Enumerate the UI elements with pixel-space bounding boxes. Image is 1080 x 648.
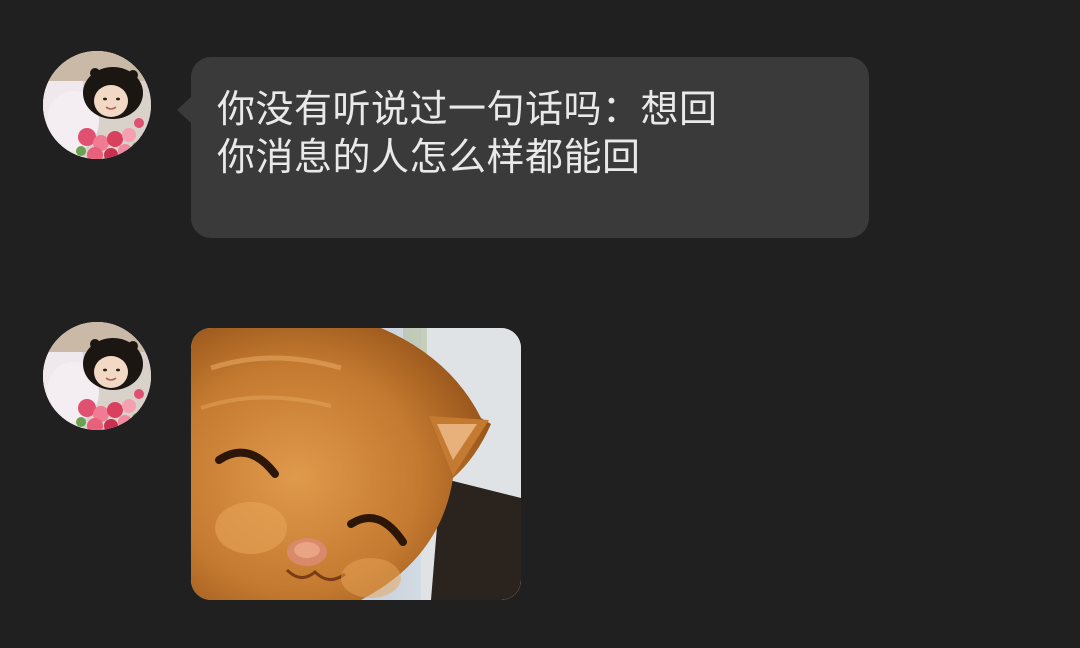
chat-view: 你没有听说过一句话吗：想回 你消息的人怎么样都能回 bbox=[0, 0, 1080, 648]
image-message[interactable] bbox=[191, 328, 521, 600]
message-bubble[interactable]: 你没有听说过一句话吗：想回 你消息的人怎么样都能回 bbox=[177, 57, 869, 238]
message-text-line: 你没有听说过一句话吗：想回 bbox=[217, 87, 718, 131]
girl-with-flowers-avatar-image bbox=[43, 51, 151, 159]
message-text-line: 你消息的人怎么样都能回 bbox=[217, 135, 641, 179]
smiling-orange-cat-sticker-image bbox=[191, 328, 521, 600]
sender-avatar[interactable] bbox=[43, 322, 151, 430]
sender-avatar[interactable] bbox=[43, 51, 151, 159]
girl-with-flowers-avatar-image bbox=[43, 322, 151, 430]
